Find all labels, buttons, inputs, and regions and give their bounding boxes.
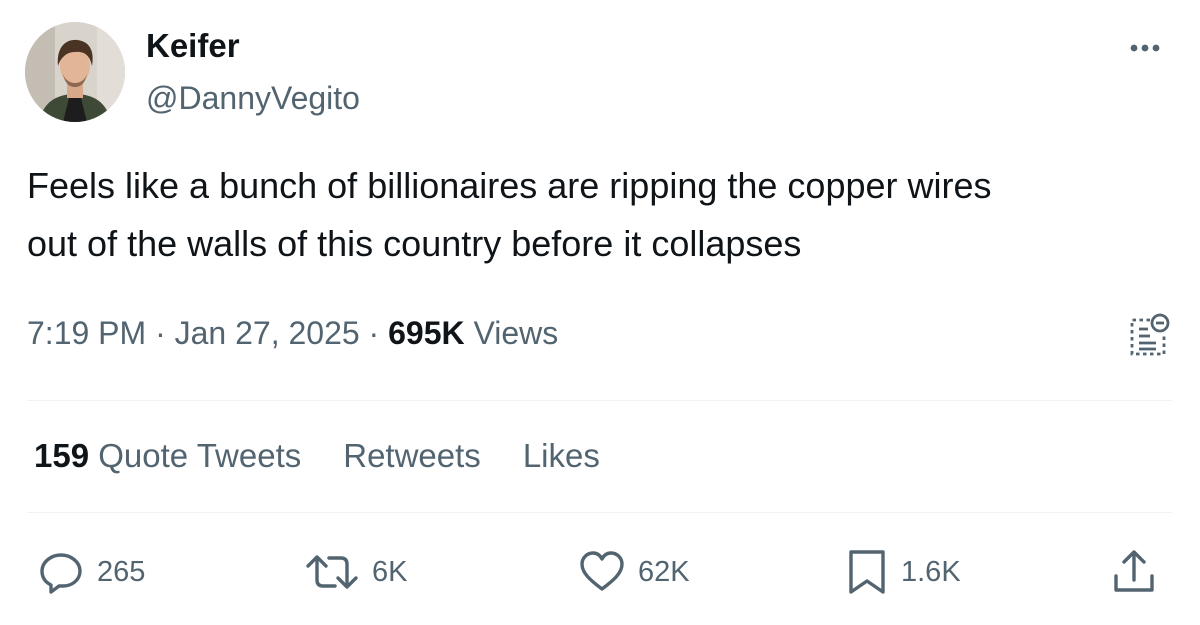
share-button[interactable] <box>1110 548 1158 596</box>
tweet-text-line-1: Feels like a bunch of billionaires are r… <box>27 165 992 206</box>
heart-icon <box>580 551 624 591</box>
tweet-meta: 7:19 PM · Jan 27, 2025 · 695K Views <box>27 313 558 353</box>
reply-icon <box>40 553 82 594</box>
views-count: 695K <box>388 315 465 351</box>
retweet-count: 6K <box>372 555 408 588</box>
like-count: 62K <box>638 555 690 588</box>
bookmark-count: 1.6K <box>901 555 961 588</box>
likes-link[interactable]: Likes <box>523 435 600 477</box>
tweet-text: Feels like a bunch of billionaires are r… <box>27 157 1177 273</box>
retweets-label: Retweets <box>343 437 481 474</box>
user-handle[interactable]: @DannyVegito <box>146 78 360 118</box>
avatar[interactable] <box>25 22 125 122</box>
views-label: Views <box>473 315 559 351</box>
likes-label: Likes <box>522 437 600 474</box>
tweet-date[interactable]: Jan 27, 2025 <box>175 315 360 351</box>
retweet-icon <box>306 555 358 589</box>
meta-separator: · <box>368 315 380 351</box>
reply-count: 265 <box>97 555 146 588</box>
retweets-link[interactable]: Retweets <box>343 435 481 477</box>
tweet-time[interactable]: 7:19 PM <box>27 315 146 351</box>
display-name[interactable]: Keifer <box>146 26 240 66</box>
bookmark-icon <box>849 550 885 594</box>
divider <box>27 512 1172 513</box>
quote-tweets-link[interactable]: 159 Quote Tweets <box>34 435 301 477</box>
more-options-button[interactable] <box>1122 30 1168 66</box>
tweet-text-line-2: out of the walls of this country before … <box>27 223 802 264</box>
analytics-icon <box>1130 313 1170 356</box>
more-icon <box>1130 44 1160 52</box>
bookmark-button[interactable]: 1.6K <box>845 548 961 596</box>
retweet-button[interactable]: 6K <box>304 548 407 596</box>
like-button[interactable]: 62K <box>578 548 690 596</box>
reply-button[interactable]: 265 <box>37 548 145 596</box>
meta-separator: · <box>155 315 166 351</box>
quote-tweets-label: Quote Tweets <box>98 437 302 474</box>
divider <box>27 400 1172 401</box>
share-icon <box>1114 550 1154 592</box>
engagement-stats: 159 Quote Tweets Retweets Likes <box>34 435 600 477</box>
quote-tweets-count: 159 <box>34 437 90 474</box>
analytics-button[interactable] <box>1124 312 1172 360</box>
